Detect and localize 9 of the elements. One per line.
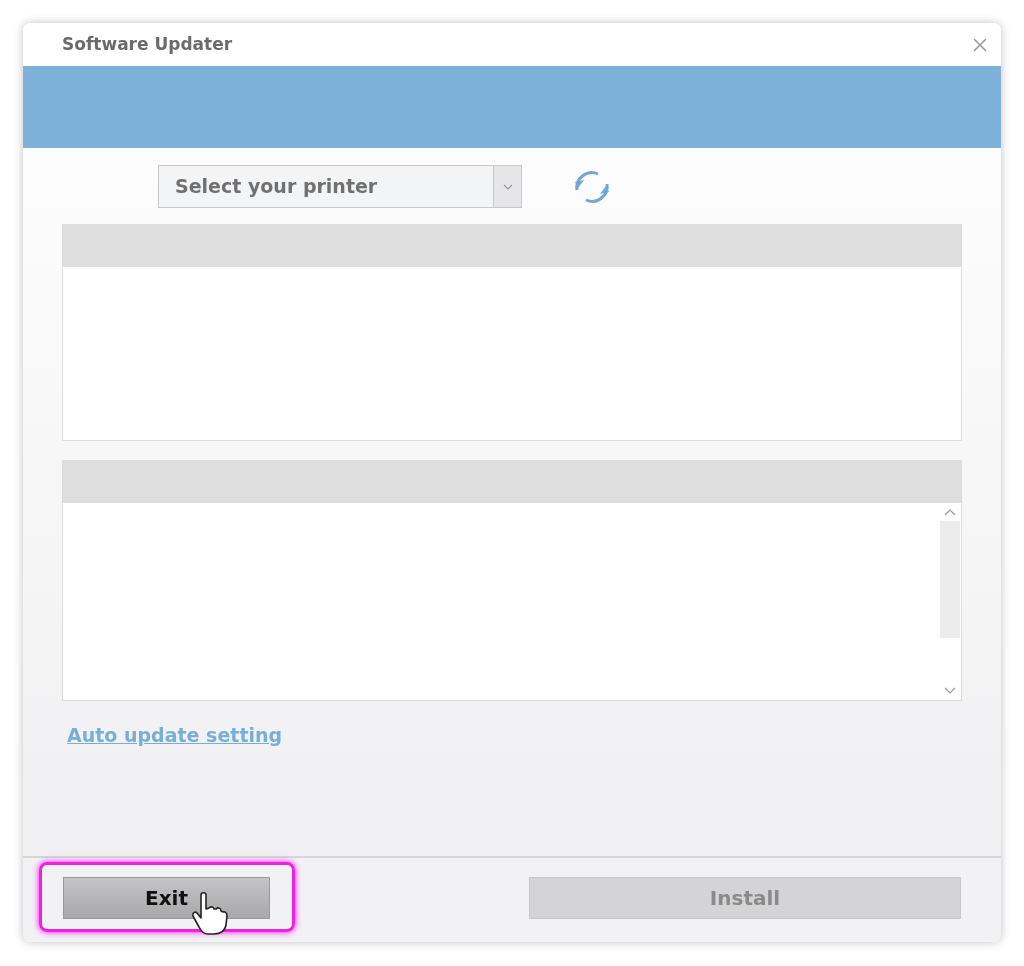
window-title: Software Updater: [62, 32, 233, 56]
hand-cursor-icon: [191, 891, 229, 935]
close-icon[interactable]: [973, 37, 987, 52]
chevron-down-icon: [502, 183, 513, 190]
scroll-up-icon[interactable]: [944, 508, 956, 516]
exit-button[interactable]: Exit: [63, 877, 270, 919]
scroll-down-icon[interactable]: [944, 687, 956, 695]
printer-dropdown[interactable]: Select your printer: [158, 165, 522, 208]
dropdown-placeholder: Select your printer: [174, 174, 379, 200]
